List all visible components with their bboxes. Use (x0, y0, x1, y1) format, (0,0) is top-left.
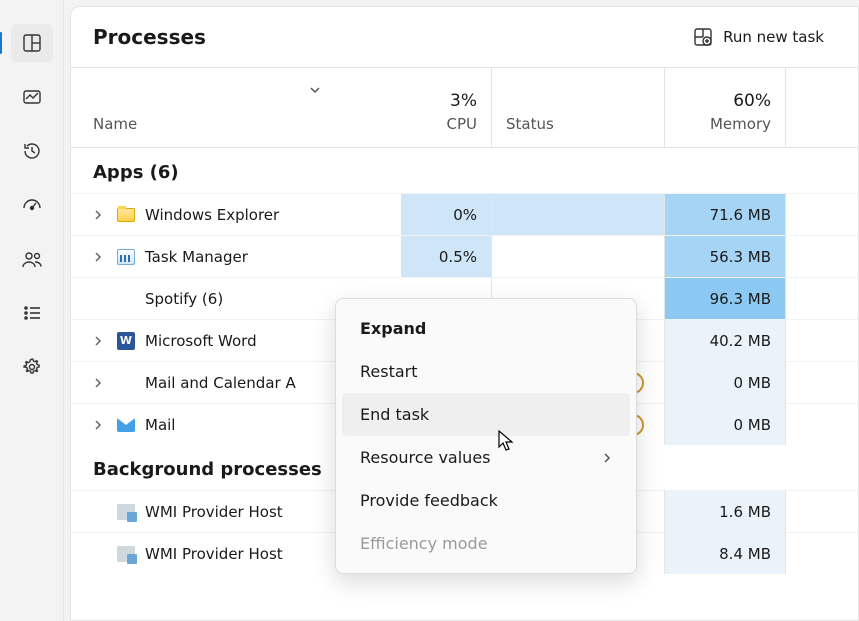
process-row[interactable]: Task Manager 0.5% 56.3 MB (71, 235, 858, 277)
expand-toggle[interactable] (93, 420, 107, 430)
processes-icon (22, 33, 42, 53)
run-task-icon (693, 27, 713, 47)
expand-toggle[interactable] (93, 210, 107, 220)
process-name: Mail (145, 416, 175, 434)
sidebar-item-startup[interactable] (11, 186, 53, 224)
menu-item-restart[interactable]: Restart (342, 350, 630, 393)
memory-usage-pct: 60% (733, 91, 771, 111)
memory-cell: 1.6 MB (665, 490, 785, 532)
task-manager-icon (117, 248, 135, 266)
process-name: Windows Explorer (145, 206, 279, 224)
column-header-memory[interactable]: 60% Memory (665, 68, 785, 147)
process-name: Spotify (6) (145, 290, 223, 308)
startup-icon (21, 195, 43, 215)
cpu-cell: 0.5% (401, 235, 491, 277)
services-icon (22, 357, 42, 377)
column-header-extra[interactable] (786, 68, 858, 147)
cpu-cell: 0% (401, 193, 491, 235)
memory-cell: 0 MB (665, 361, 785, 403)
menu-item-efficiency-mode: Efficiency mode (342, 522, 630, 565)
table-header: Name 3% CPU Status 60% Memory (71, 68, 858, 148)
sort-indicator-icon (309, 82, 321, 100)
column-header-name[interactable]: Name (71, 68, 401, 147)
details-icon (22, 303, 42, 323)
sidebar-item-users[interactable] (11, 240, 53, 278)
memory-cell: 71.6 MB (665, 193, 785, 235)
process-name: Microsoft Word (145, 332, 257, 350)
column-name-label: Name (93, 115, 387, 133)
menu-item-expand[interactable]: Expand (342, 307, 630, 350)
sidebar (0, 0, 64, 621)
expand-toggle[interactable] (93, 252, 107, 262)
page-title: Processes (93, 25, 206, 49)
menu-item-provide-feedback[interactable]: Provide feedback (342, 479, 630, 522)
performance-icon (22, 87, 42, 107)
status-cell (492, 193, 664, 235)
sidebar-item-services[interactable] (11, 348, 53, 386)
process-name: WMI Provider Host (145, 545, 283, 563)
sidebar-item-performance[interactable] (11, 78, 53, 116)
process-name: WMI Provider Host (145, 503, 283, 521)
cpu-label: CPU (447, 115, 478, 133)
titlebar: Processes Run new task (71, 7, 858, 68)
blank-icon (117, 374, 135, 392)
column-header-status[interactable]: Status (492, 68, 664, 147)
process-name: Task Manager (145, 248, 248, 266)
service-icon (117, 545, 135, 563)
mail-icon (117, 416, 135, 434)
chevron-right-icon (602, 448, 612, 467)
status-label: Status (506, 115, 650, 133)
column-header-cpu[interactable]: 3% CPU (401, 68, 491, 147)
group-apps-header: Apps (6) (71, 148, 858, 193)
menu-item-resource-values[interactable]: Resource values (342, 436, 630, 479)
memory-cell: 40.2 MB (665, 319, 785, 361)
blank-icon (117, 290, 135, 308)
menu-item-end-task[interactable]: End task (342, 393, 630, 436)
memory-label: Memory (710, 115, 771, 133)
history-icon (22, 141, 42, 161)
process-name: Mail and Calendar A (145, 374, 296, 392)
sidebar-item-history[interactable] (11, 132, 53, 170)
folder-icon (117, 206, 135, 224)
process-row[interactable]: Windows Explorer 0% 71.6 MB (71, 193, 858, 235)
memory-cell: 0 MB (665, 403, 785, 445)
expand-toggle[interactable] (93, 336, 107, 346)
run-new-task-label: Run new task (723, 28, 824, 46)
status-cell (492, 235, 664, 277)
memory-cell: 96.3 MB (665, 277, 785, 319)
expand-toggle[interactable] (93, 378, 107, 388)
run-new-task-button[interactable]: Run new task (681, 21, 836, 53)
sidebar-item-details[interactable] (11, 294, 53, 332)
context-menu: Expand Restart End task Resource values … (335, 298, 637, 574)
memory-cell: 56.3 MB (665, 235, 785, 277)
word-icon: W (117, 332, 135, 350)
memory-cell: 8.4 MB (665, 532, 785, 574)
sidebar-item-processes[interactable] (11, 24, 53, 62)
service-icon (117, 503, 135, 521)
users-icon (21, 249, 43, 269)
cpu-usage-pct: 3% (450, 91, 477, 111)
